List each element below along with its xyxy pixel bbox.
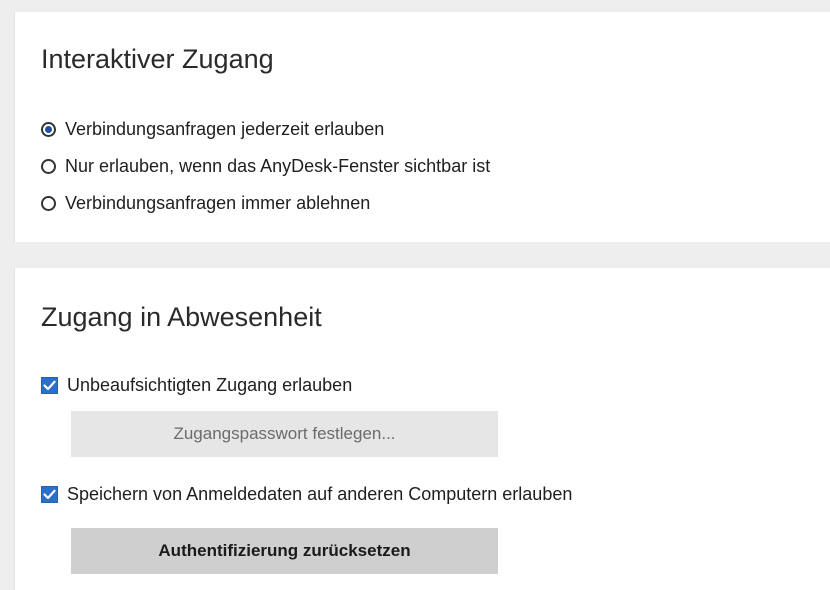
checkbox-store-credentials[interactable]: Speichern von Anmeldedaten auf anderen C… xyxy=(41,484,572,505)
radio-always-deny-label: Verbindungsanfragen immer ablehnen xyxy=(65,193,371,213)
checkbox-checked-icon[interactable] xyxy=(41,377,58,394)
radio-always-deny[interactable]: Verbindungsanfragen immer ablehnen xyxy=(41,193,370,214)
checkbox-store-credentials-label: Speichern von Anmeldedaten auf anderen C… xyxy=(67,484,573,504)
unattended-access-title: Zugang in Abwesenheit xyxy=(41,302,322,332)
radio-unselected-icon[interactable] xyxy=(41,196,56,211)
radio-allow-when-visible-label: Nur erlauben, wenn das AnyDesk-Fenster s… xyxy=(65,156,491,176)
unattended-access-panel: Zugang in Abwesenheit Unbeaufsichtigten … xyxy=(14,268,830,590)
checkbox-allow-unattended-label: Unbeaufsichtigten Zugang erlauben xyxy=(67,375,353,395)
radio-unselected-icon[interactable] xyxy=(41,159,56,174)
radio-allow-always-label: Verbindungsanfragen jederzeit erlauben xyxy=(65,119,385,139)
checkbox-checked-icon[interactable] xyxy=(41,486,58,503)
radio-allow-when-visible[interactable]: Nur erlauben, wenn das AnyDesk-Fenster s… xyxy=(41,156,490,177)
set-access-password-button[interactable]: Zugangspasswort festlegen... xyxy=(71,411,498,457)
interactive-access-title: Interaktiver Zugang xyxy=(41,44,274,74)
interactive-access-panel: Interaktiver Zugang Verbindungsanfragen … xyxy=(14,12,830,242)
checkbox-allow-unattended[interactable]: Unbeaufsichtigten Zugang erlauben xyxy=(41,375,352,396)
reset-authentication-button[interactable]: Authentifizierung zurücksetzen xyxy=(71,528,498,574)
radio-selected-icon[interactable] xyxy=(41,122,56,137)
radio-allow-always[interactable]: Verbindungsanfragen jederzeit erlauben xyxy=(41,119,384,140)
